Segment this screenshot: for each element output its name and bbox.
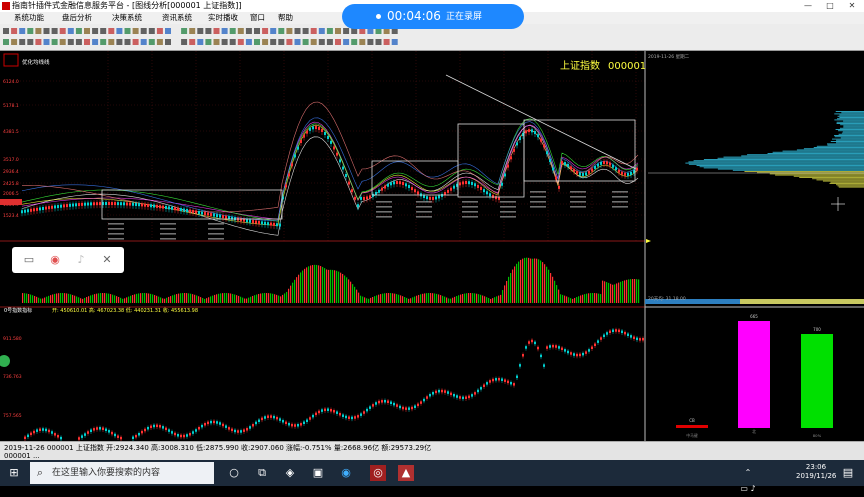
recording-time: 00:04:06: [387, 9, 441, 24]
recording-status: 正在录屏: [446, 11, 482, 23]
taskbar-search[interactable]: ⌕ 在这里输入你要搜索的内容: [30, 462, 214, 484]
close-button[interactable]: ✕: [842, 0, 862, 12]
microphone-icon[interactable]: ♪: [74, 253, 88, 267]
clock-time: 23:06: [796, 463, 836, 472]
bar-label: CB: [689, 418, 695, 423]
recording-dot-icon: [376, 14, 381, 19]
app-icon: [2, 2, 10, 10]
menu-post-analysis[interactable]: 盘后分析: [62, 12, 92, 24]
volume-values: 开: 450610.01 高: 467023.38 低: 440231.31 收…: [52, 307, 198, 314]
menu-decision[interactable]: 决策系统: [112, 12, 142, 24]
camera-icon[interactable]: ▭: [22, 253, 36, 267]
right-date-label: 2019-11-26 星期二: [648, 54, 690, 60]
y-label: 2006.5: [3, 191, 19, 197]
taskbar: ⊞ ⌕ 在这里输入你要搜索的内容 ○ ⧉ ◈ ▣ ◉ ◎ ▲ ⌃ ▭ ♪ 23:…: [0, 460, 864, 486]
search-icon: ⌕: [32, 465, 48, 481]
maximize-button[interactable]: □: [820, 0, 840, 12]
clock-date: 2019/11/26: [796, 472, 836, 481]
y-label: 2936.4: [3, 169, 19, 175]
indicator-label: 优化均线线: [22, 58, 50, 66]
stock-app-icon[interactable]: ◎: [370, 465, 386, 481]
y-label: 1523.4: [3, 213, 19, 219]
record-icon[interactable]: ◉: [48, 253, 62, 267]
recording-controls: ▭ ◉ ♪ ✕: [12, 247, 124, 273]
magenta-bar: [738, 321, 770, 428]
menu-system[interactable]: 系统功能: [14, 12, 44, 24]
red-bar: [676, 425, 708, 428]
task-view-icon[interactable]: ⧉: [254, 465, 270, 481]
recorder-app-icon[interactable]: ▲: [398, 465, 414, 481]
search-placeholder: 在这里输入你要搜索的内容: [52, 467, 160, 479]
status-bar: 2019-11-26 000001 上证指数 开:2924.340 高:3008…: [0, 441, 864, 461]
volume-label: 0号指数指标: [4, 307, 32, 314]
menu-realtime[interactable]: 实时播收: [208, 12, 238, 24]
right-avg-label: 20天均: 31.18.00: [648, 295, 686, 302]
y-label-lower: 757.565: [3, 413, 22, 419]
app-icon-1[interactable]: ◈: [282, 465, 298, 481]
y-label: 6124.0: [3, 79, 19, 85]
browser-icon[interactable]: ◉: [338, 465, 354, 481]
close-icon[interactable]: ✕: [100, 253, 114, 267]
taskbar-clock[interactable]: 23:06 2019/11/26: [796, 463, 836, 481]
minimize-button[interactable]: —: [798, 0, 818, 12]
green-bar: [801, 334, 833, 428]
y-label: 3517.0: [3, 157, 19, 163]
y-label: 5178.1: [3, 103, 19, 109]
app-icon-2[interactable]: ▣: [310, 465, 326, 481]
bar-sublabel: 北: [752, 429, 756, 434]
tray-icons[interactable]: ⌃ ▭ ♪: [740, 465, 756, 481]
y-label-lower: 736.763: [3, 374, 22, 380]
code-input[interactable]: 000001 ...: [4, 452, 40, 460]
windows-start-icon[interactable]: ⊞: [6, 465, 22, 481]
bar-label: 700: [813, 327, 821, 332]
notification-icon[interactable]: ▤: [840, 465, 856, 481]
y-label: 2425.8: [3, 181, 19, 187]
y-label-lower: 911.580: [3, 336, 22, 342]
menu-info[interactable]: 资讯系统: [162, 12, 192, 24]
quote-summary: 2019-11-26 000001 上证指数 开:2924.340 高:3008…: [4, 443, 431, 453]
chart-area[interactable]: 优化均线线 上证指数 000001 2019-11-26 星期二 20天均: 3…: [0, 51, 864, 441]
menu-window[interactable]: 窗口: [250, 12, 265, 24]
index-name: 上证指数: [560, 59, 600, 72]
menu-help[interactable]: 帮助: [278, 12, 293, 24]
recording-indicator[interactable]: 00:04:06 正在录屏: [342, 4, 524, 29]
window-title: 指南针插件式金融信息服务平台 - [图线分析[000001 上证指数]]: [12, 0, 242, 12]
index-code: 000001: [608, 61, 646, 72]
bar-sublabel: 中马键: [686, 433, 698, 438]
bar-sublabel: 80%: [813, 433, 822, 438]
cortana-icon[interactable]: ○: [226, 465, 242, 481]
y-label: 4381.5: [3, 129, 19, 135]
bar-label: 665: [750, 314, 758, 319]
